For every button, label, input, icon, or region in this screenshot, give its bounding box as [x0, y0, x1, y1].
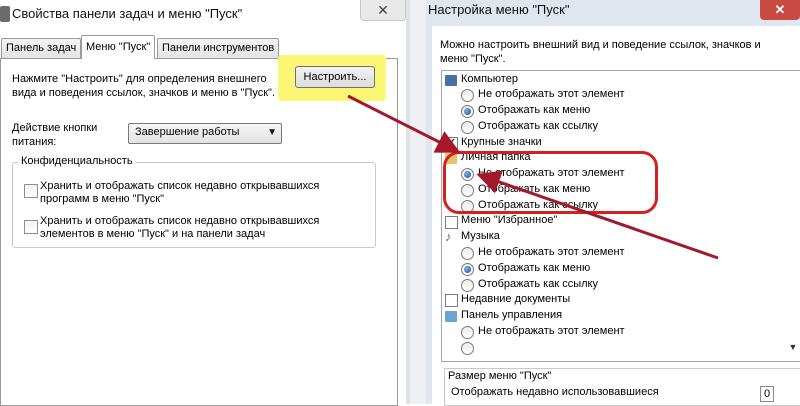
- music-hide-label: Не отображать этот элемент: [478, 246, 625, 258]
- chevron-down-icon: ▼: [267, 127, 277, 138]
- music-hide-radio[interactable]: [461, 247, 474, 260]
- computer-link-radio[interactable]: [461, 121, 474, 134]
- customize-button[interactable]: Настроить...: [295, 66, 375, 88]
- recent-docs-label: Недавние документы: [461, 293, 571, 305]
- favorites-label: Меню "Избранное": [461, 214, 558, 226]
- power-action-select[interactable]: Завершение работы ▼: [128, 123, 282, 144]
- scroll-down-arrow[interactable]: ▼: [786, 342, 800, 356]
- control-panel-icon: [445, 311, 457, 322]
- favorites-checkbox[interactable]: [445, 216, 458, 229]
- music-link-label: Отображать как ссылку: [478, 278, 598, 290]
- computer-link-label: Отображать как ссылку: [478, 120, 598, 132]
- large-icons-label: Крупные значки: [461, 136, 542, 148]
- category-music: Музыка: [461, 230, 500, 242]
- privacy-group-title: Конфиденциальность: [18, 155, 136, 167]
- large-icons-checkbox[interactable]: ✓: [445, 137, 458, 150]
- music-link-radio[interactable]: [461, 279, 474, 292]
- app-icon: [0, 6, 10, 22]
- recent-items-label: Хранить и отображать список недавно откр…: [40, 215, 320, 240]
- computer-menu-label: Отображать как меню: [478, 104, 591, 116]
- tab-taskbar[interactable]: Панель задач: [1, 38, 82, 58]
- window-title: Свойства панели задач и меню "Пуск": [12, 6, 243, 21]
- tab-start-menu[interactable]: Меню "Пуск": [81, 35, 156, 59]
- music-menu-label: Отображать как меню: [478, 262, 591, 274]
- power-button-label: Действие кнопки питания:: [12, 122, 98, 148]
- recent-programs-label: Хранить и отображать список недавно откр…: [40, 180, 320, 205]
- start-menu-description: Нажмите "Настроить" для определения внеш…: [12, 73, 276, 99]
- panel-menu-radio[interactable]: [461, 342, 474, 355]
- computer-icon: [445, 75, 457, 86]
- music-note-icon: ♪: [445, 229, 452, 244]
- panel-hide-radio[interactable]: [461, 326, 474, 339]
- computer-hide-label: Не отображать этот элемент: [478, 88, 625, 100]
- recent-count-label: Отображать недавно использовавшиеся: [451, 386, 659, 398]
- recent-programs-checkbox[interactable]: [24, 184, 38, 198]
- panel-hide-label: Не отображать этот элемент: [478, 325, 625, 337]
- power-action-value: Завершение работы: [135, 126, 240, 138]
- music-menu-radio[interactable]: [461, 263, 474, 276]
- dialog-close-button[interactable]: ✕: [760, 0, 800, 20]
- menu-size-title: Размер меню "Пуск": [446, 370, 554, 382]
- dialog-description: Можно настроить внешний вид и поведение …: [440, 39, 761, 65]
- category-computer: Компьютер: [461, 73, 518, 85]
- desktop-gap: [410, 0, 426, 404]
- close-button[interactable]: ✕: [360, 0, 406, 21]
- tab-toolbars[interactable]: Панели инструментов: [157, 38, 280, 58]
- recent-docs-checkbox[interactable]: [445, 294, 458, 307]
- recent-count-spinner[interactable]: 0: [760, 386, 774, 402]
- dialog-title: Настройка меню "Пуск": [428, 2, 570, 17]
- computer-hide-radio[interactable]: [461, 89, 474, 102]
- category-control-panel: Панель управления: [461, 309, 563, 321]
- computer-menu-radio[interactable]: [461, 105, 474, 118]
- annotation-oval: [443, 151, 658, 214]
- recent-items-checkbox[interactable]: [24, 220, 38, 234]
